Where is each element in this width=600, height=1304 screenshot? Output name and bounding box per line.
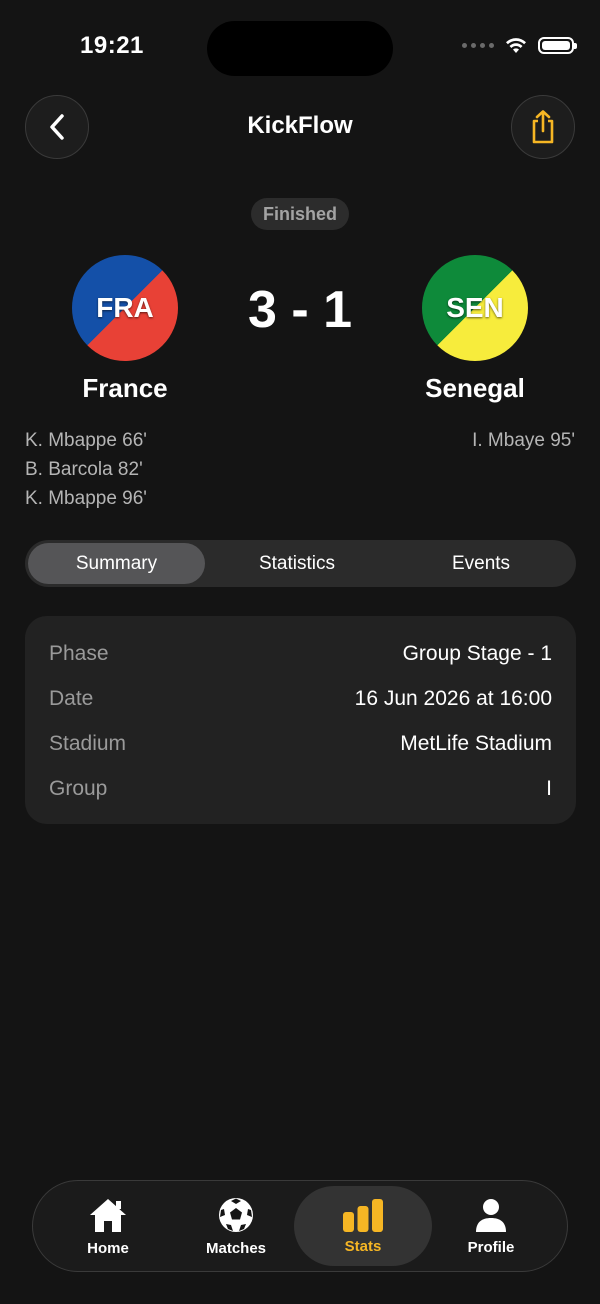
tabbar-item-profile[interactable]: Profile <box>422 1186 560 1266</box>
match-status-badge: Finished <box>251 198 349 230</box>
status-time: 19:21 <box>80 32 144 59</box>
info-label: Phase <box>49 641 109 665</box>
home-scorer: B. Barcola 82' <box>25 459 143 480</box>
signal-icon <box>462 42 494 48</box>
soccer-ball-icon <box>219 1197 253 1232</box>
tabbar-label: Matches <box>205 1239 267 1257</box>
tabbar-item-stats[interactable]: Stats <box>294 1186 432 1266</box>
away-team-code: SEN <box>446 292 504 323</box>
info-value: 16 Jun 2026 at 16:00 <box>354 686 552 710</box>
info-label: Date <box>49 686 94 710</box>
tabbar-label: Home <box>87 1239 129 1257</box>
tabbar-item-home[interactable]: Home <box>39 1186 177 1266</box>
away-scorer: I. Mbaye 95' <box>472 430 575 451</box>
tab-summary[interactable]: Summary <box>28 543 205 584</box>
away-scorers: I. Mbaye 95' <box>472 426 575 455</box>
share-icon <box>532 110 554 144</box>
tabbar-label: Profile <box>467 1238 515 1256</box>
dynamic-island <box>207 21 393 76</box>
app-title: KickFlow <box>247 112 353 139</box>
away-team-name: Senegal <box>425 373 525 403</box>
home-icon <box>90 1198 126 1232</box>
share-button[interactable] <box>511 95 575 159</box>
info-row-group: Group I <box>49 766 552 811</box>
info-value: MetLife Stadium <box>400 731 552 755</box>
tabbar-item-matches[interactable]: Matches <box>167 1186 305 1266</box>
summary-card: Phase Group Stage - 1 Date 16 Jun 2026 a… <box>25 616 576 824</box>
info-row-stadium: Stadium MetLife Stadium <box>49 721 552 766</box>
info-label: Group <box>49 776 108 800</box>
home-scorer: K. Mbappe 96' <box>25 488 147 509</box>
info-value: Group Stage - 1 <box>402 641 552 665</box>
info-row-phase: Phase Group Stage - 1 <box>49 631 552 676</box>
info-row-date: Date 16 Jun 2026 at 16:00 <box>49 676 552 721</box>
battery-icon <box>538 36 577 54</box>
bar-chart-icon <box>343 1198 383 1232</box>
wifi-icon <box>506 38 526 53</box>
away-team-flag: SEN <box>422 255 528 361</box>
tab-statistics[interactable]: Statistics <box>205 543 389 584</box>
tabbar-label: Stats <box>344 1237 382 1255</box>
info-label: Stadium <box>49 731 127 755</box>
tab-events[interactable]: Events <box>389 543 573 584</box>
status-icons <box>462 36 577 54</box>
info-value: I <box>546 776 552 800</box>
home-scorers: K. Mbappe 66' B. Barcola 82' K. Mbappe 9… <box>25 426 147 513</box>
segmented-tabs: Summary Statistics Events <box>25 540 576 587</box>
home-team-name: France <box>82 373 168 403</box>
home-scorer: K. Mbappe 66' <box>25 430 147 451</box>
person-icon <box>476 1198 506 1232</box>
